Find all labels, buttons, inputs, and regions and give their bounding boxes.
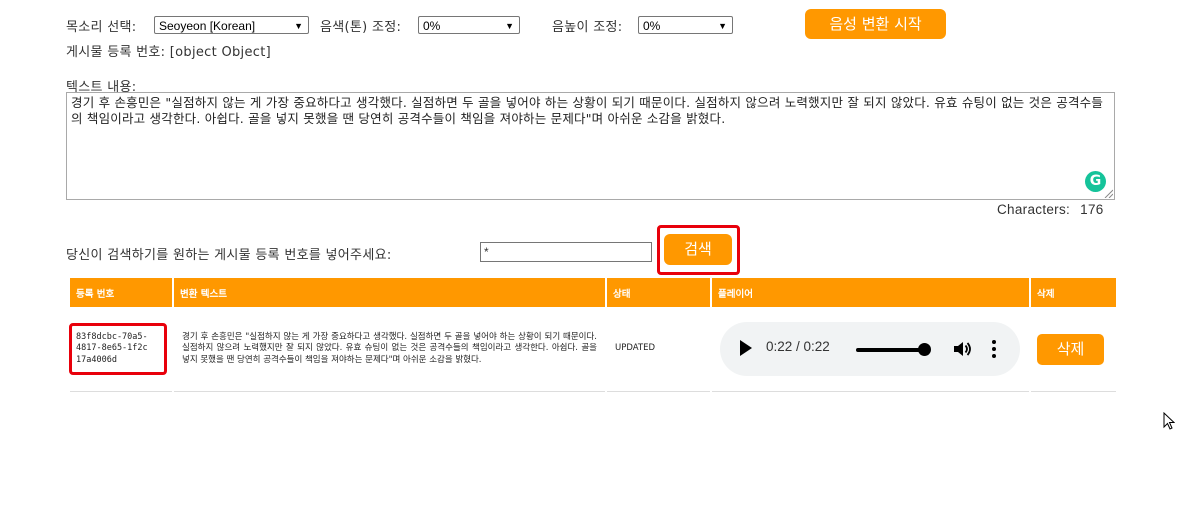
start-conversion-button[interactable]: 음성 변환 시작 (805, 9, 946, 39)
chevron-down-icon: ▼ (294, 21, 303, 31)
header-text: 변환 텍스트 (174, 278, 605, 307)
text-content-input[interactable]: 경기 후 손흥민은 "실점하지 않는 게 가장 중요하다고 생각했다. 실점하면… (66, 92, 1115, 200)
header-player: 플레이어 (712, 278, 1029, 307)
voice-label: 목소리 선택: (66, 20, 137, 35)
table-row: 83f8dcbc-70a5-4817-8e65-1f2c17a4006d 경기 … (70, 307, 1116, 392)
chevron-down-icon: ▼ (718, 21, 727, 31)
progress-track[interactable] (856, 348, 924, 352)
search-label: 당신이 검색하기를 원하는 게시물 등록 번호를 넣어주세요: (66, 248, 392, 263)
volume-icon[interactable] (952, 339, 972, 359)
tone-label: 음색(톤) 조정: (320, 20, 402, 35)
audio-player[interactable]: 0:22 / 0:22 (720, 322, 1020, 376)
row-status: UPDATED (607, 307, 710, 392)
header-status: 상태 (607, 278, 710, 307)
header-id: 등록 번호 (70, 278, 172, 307)
tone-select[interactable]: 0% ▼ (418, 16, 520, 34)
character-count-value: 176 (1080, 202, 1104, 217)
pitch-select[interactable]: 0% ▼ (638, 16, 733, 34)
mouse-cursor-icon (1163, 412, 1175, 430)
character-count-label: Characters: (997, 202, 1071, 217)
play-icon[interactable] (740, 340, 752, 356)
player-time: 0:22 / 0:22 (766, 339, 830, 354)
row-id-highlight (69, 323, 167, 375)
search-button[interactable]: 검색 (664, 234, 732, 265)
row-player-cell: 0:22 / 0:22 (712, 307, 1029, 392)
voice-select-value: Seoyeon [Korean] (159, 19, 256, 33)
more-options-icon[interactable] (992, 340, 996, 360)
tone-select-value: 0% (423, 19, 441, 33)
resize-grip-icon[interactable] (1104, 189, 1113, 198)
row-text: 경기 후 손흥민은 "실점하지 않는 게 가장 중요하다고 생각했다. 실점하면… (174, 307, 605, 392)
pitch-label: 음높이 조정: (552, 20, 623, 35)
header-delete: 삭제 (1031, 278, 1116, 307)
chevron-down-icon: ▼ (505, 21, 514, 31)
grammarly-icon[interactable]: G (1085, 171, 1106, 192)
delete-button[interactable]: 삭제 (1037, 333, 1104, 365)
post-number-line: 게시물 등록 번호: [object Object] (66, 45, 271, 60)
voice-select[interactable]: Seoyeon [Korean] ▼ (154, 16, 309, 34)
character-count: Characters: 176 (997, 202, 1104, 217)
progress-knob[interactable] (917, 343, 931, 356)
pitch-select-value: 0% (643, 19, 661, 33)
table-header-row: 등록 번호 변환 텍스트 상태 플레이어 삭제 (70, 278, 1116, 307)
results-table: 등록 번호 변환 텍스트 상태 플레이어 삭제 83f8dcbc-70a5-48… (68, 278, 1118, 392)
search-input[interactable]: * (480, 242, 652, 262)
row-delete-cell: 삭제 (1031, 307, 1116, 392)
